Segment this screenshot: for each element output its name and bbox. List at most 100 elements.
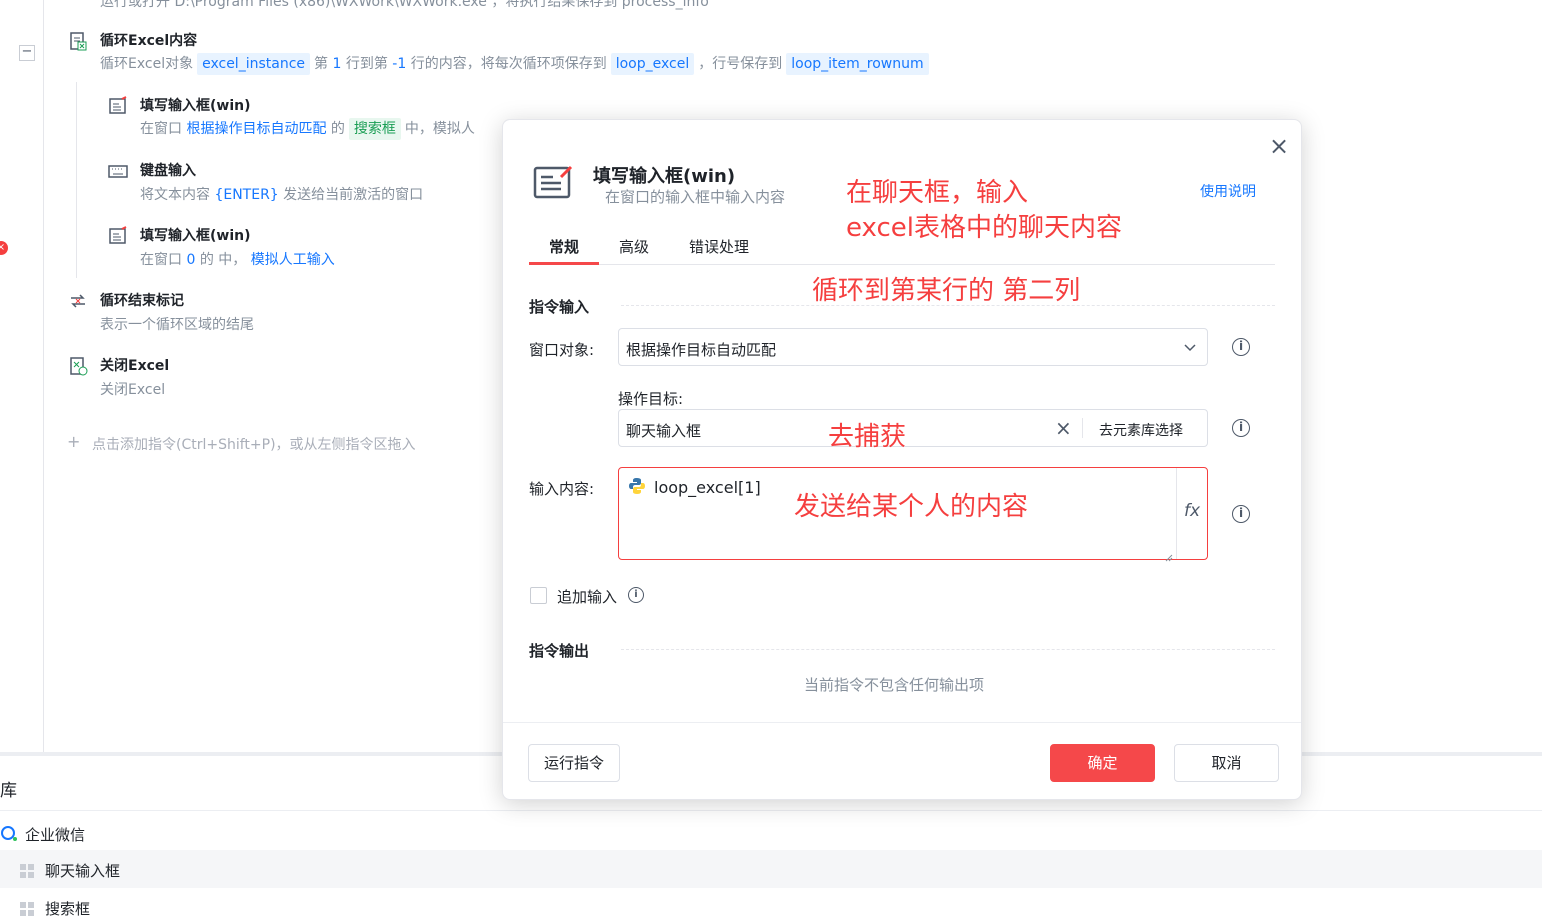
chevron-down-icon [1183,339,1197,353]
python-icon [628,477,646,495]
info-icon[interactable]: i [1232,338,1250,356]
desc-text: 将文本内容 [140,187,210,203]
var-chip: loop_excel [610,53,695,75]
append-checkbox[interactable] [530,587,547,604]
token: -1 [392,56,407,72]
pick-from-library-button[interactable]: 去元素库选择 [1099,420,1183,440]
info-icon[interactable]: i [628,587,644,603]
operation-target-field[interactable]: 聊天输入框 × 去元素库选择 [618,409,1208,447]
step-title-loop-excel[interactable]: 循环Excel内容 [100,30,197,50]
flow-gutter-line [43,0,44,752]
dialog-subtitle: 在窗口的输入框中输入内容 [605,188,786,206]
token: 根据操作目标自动匹配 [186,121,327,137]
collapse-toggle[interactable]: − [19,45,35,61]
library-item-search-box[interactable]: 搜索框 [45,898,90,919]
operation-target-value: 聊天输入框 [626,422,702,440]
info-icon[interactable]: i [1232,419,1250,437]
dialog-title: 填写输入框(win) [593,166,736,187]
library-title: 库 [0,781,17,801]
resize-handle-icon[interactable] [1165,547,1173,562]
no-output-text: 当前指令不包含任何输出项 [804,676,985,694]
desc-text: 循环Excel对象 [100,56,194,72]
windows-icon [20,863,34,878]
info-icon[interactable]: i [1232,505,1250,523]
desc-text: 行到第 [345,56,388,72]
divider [621,649,1275,650]
window-object-value: 根据操作目标自动匹配 [626,341,777,359]
tab-advanced[interactable]: 高级 [619,236,649,257]
divider [0,810,1542,811]
step-desc-keyboard: 将文本内容 {ENTER} 发送给当前激活的窗口 [140,184,423,204]
input-content-label: 输入内容: [529,480,595,498]
var-chip: excel_instance [197,53,311,75]
divider [1176,468,1177,559]
step-desc-close-excel: 关闭Excel [100,382,166,398]
annotation-capture: 去捕获 [828,422,907,452]
tab-error-handling[interactable]: 错误处理 [689,236,749,257]
annotation-chat-input-2: excel表格中的聊天内容 [846,213,1122,243]
desc-text: 在窗口 [140,121,182,137]
loop-bracket-line [76,82,77,278]
annotation-chat-input-1: 在聊天框，输入 [846,178,1029,208]
windows-icon [20,901,34,916]
step-desc-loop-excel: 循环Excel对象 excel_instance 第 1 行到第 -1 行的内容，将… [100,53,933,75]
annotation-loop-column: 循环到第某行的 第二列 [812,276,1081,306]
run-command-button[interactable]: 运行指令 [528,744,620,782]
step-title-keyboard[interactable]: 键盘输入 [140,160,196,180]
divider [1082,418,1083,438]
keyboard-icon [108,161,128,181]
tabs-divider [529,264,1275,265]
token: 1 [332,56,342,72]
step-desc-fill-input-2: 在窗口 0 的 中， 模拟人工输入 [140,249,335,269]
input-box-icon [108,226,128,246]
error-marker-icon[interactable]: × [0,241,8,255]
clear-icon[interactable]: × [1055,416,1072,440]
step-desc-loop-end: 表示一个循环区域的结尾 [100,317,254,333]
library-group-wecom[interactable]: 企业微信 [25,824,85,845]
fill-input-icon [533,163,575,199]
library-item-chat-input[interactable]: 聊天输入框 [45,860,120,881]
input-content-value: loop_excel[1] [654,478,761,497]
loop-end-icon [68,291,88,311]
section-output-title: 指令输出 [529,642,590,660]
step-title-fill-input-2[interactable]: 填写输入框(win) [140,225,251,245]
window-object-label: 窗口对象: [529,341,595,359]
fx-icon[interactable]: fx [1184,501,1200,521]
step-desc-fill-input: 在窗口 根据操作目标自动匹配 的搜索框 中，模拟人 [140,118,475,140]
tab-general[interactable]: 常规 [549,236,579,257]
step-partial-desc: 运行或打开 D:\Program Files (x86)\WXWork\WXWo… [100,0,709,10]
add-icon[interactable]: + [67,432,80,451]
input-box-icon [108,96,128,116]
desc-text: 行的内容，将每次循环项保存到 [410,56,607,72]
confirm-button[interactable]: 确定 [1050,744,1155,782]
append-label: 追加输入 [557,588,618,606]
library-item-row-selected[interactable] [0,850,1542,888]
step-title-fill-input[interactable]: 填写输入框(win) [140,95,251,115]
desc-text: 的 [330,121,345,137]
desc-text: 中，模拟人 [404,121,475,137]
desc-text: ，行号保存到 [698,56,783,72]
desc-text: 的 中， [199,252,247,268]
desc-text: 在窗口 [140,252,182,268]
excel-loop-icon [68,31,88,51]
var-chip: loop_item_rownum [786,53,929,75]
close-excel-icon [68,356,88,376]
annotation-send-content: 发送给某个人的内容 [794,492,1029,522]
help-link[interactable]: 使用说明 [1200,181,1256,201]
step-title-close-excel[interactable]: 关闭Excel [100,355,169,375]
token: 模拟人工输入 [250,252,335,268]
operation-target-label: 操作目标: [618,390,684,408]
wecom-icon [0,824,20,844]
window-object-select[interactable]: 根据操作目标自动匹配 [618,328,1208,366]
divider [503,722,1301,723]
token: 0 [186,252,196,268]
element-chip: 搜索框 [348,118,401,140]
add-command-hint[interactable]: 点击添加指令(Ctrl+Shift+P)，或从左侧指令区拖入 [92,434,416,454]
section-input-title: 指令输入 [529,298,590,316]
cancel-button[interactable]: 取消 [1174,744,1279,782]
active-tab-indicator [529,262,599,265]
close-icon[interactable]: × [1269,134,1289,158]
step-title-loop-end[interactable]: 循环结束标记 [100,290,184,310]
desc-text: 第 [314,56,329,72]
desc-text: 发送给当前激活的窗口 [283,187,424,203]
